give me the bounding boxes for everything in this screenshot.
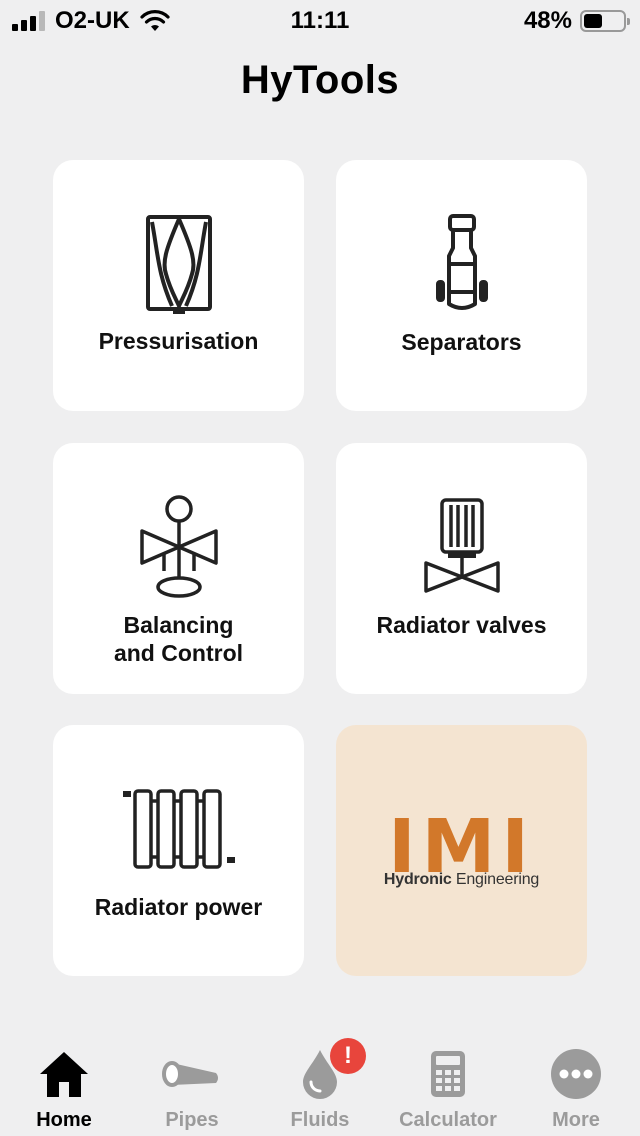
more-icon xyxy=(546,1046,606,1102)
tab-more[interactable]: More xyxy=(512,1036,640,1136)
imi-tagline-bold: Hydronic xyxy=(383,871,452,888)
tab-label: Calculator xyxy=(399,1109,497,1131)
tab-label: Home xyxy=(36,1109,92,1131)
battery-percentage: 48% xyxy=(523,7,572,34)
tile-radiator-power[interactable]: Radiator power xyxy=(53,725,304,976)
status-right: 48% xyxy=(523,7,630,35)
tile-label: Radiator valves xyxy=(376,612,547,638)
radiator-icon xyxy=(53,787,304,871)
tile-imi-brand[interactable]: IMI Hydronic Engineering xyxy=(336,725,587,976)
tab-calculator[interactable]: Calculator xyxy=(384,1036,512,1136)
tab-label: Fluids xyxy=(290,1109,350,1131)
battery-level xyxy=(584,14,603,28)
battery-icon xyxy=(580,10,630,32)
tab-pipes[interactable]: Pipes xyxy=(128,1036,256,1136)
tab-home[interactable]: Home xyxy=(0,1036,128,1136)
tile-balancing-control[interactable]: Balancing and Control xyxy=(53,443,304,694)
balancing-valve-icon xyxy=(53,493,304,601)
home-icon xyxy=(34,1046,94,1102)
imi-tagline: Hydronic Engineering xyxy=(336,871,587,889)
tile-label: Balancing and Control xyxy=(113,612,244,666)
imi-tagline-light: Engineering xyxy=(455,871,540,888)
tile-radiator-valves[interactable]: Radiator valves xyxy=(336,443,587,694)
radiator-valve-icon xyxy=(336,497,587,595)
tile-label: Pressurisation xyxy=(98,328,259,354)
alert-badge: ! xyxy=(330,1038,366,1074)
pipe-icon xyxy=(162,1046,222,1102)
pressurisation-icon xyxy=(53,214,304,316)
tab-bar: Home Pipes ! Fluids Calculator More xyxy=(0,1036,640,1136)
tab-label: Pipes xyxy=(165,1109,219,1131)
tile-label: Radiator power xyxy=(94,894,263,920)
tile-label: Separators xyxy=(401,329,522,355)
calculator-icon xyxy=(418,1046,478,1102)
tab-fluids[interactable]: ! Fluids xyxy=(256,1036,384,1136)
page-title: HyTools xyxy=(240,58,400,102)
tile-separators[interactable]: Separators xyxy=(336,160,587,411)
separator-icon xyxy=(336,212,587,316)
status-bar: O2-UK 11:11 48% xyxy=(0,0,640,40)
tile-pressurisation[interactable]: Pressurisation xyxy=(53,160,304,411)
tab-label: More xyxy=(552,1109,600,1131)
